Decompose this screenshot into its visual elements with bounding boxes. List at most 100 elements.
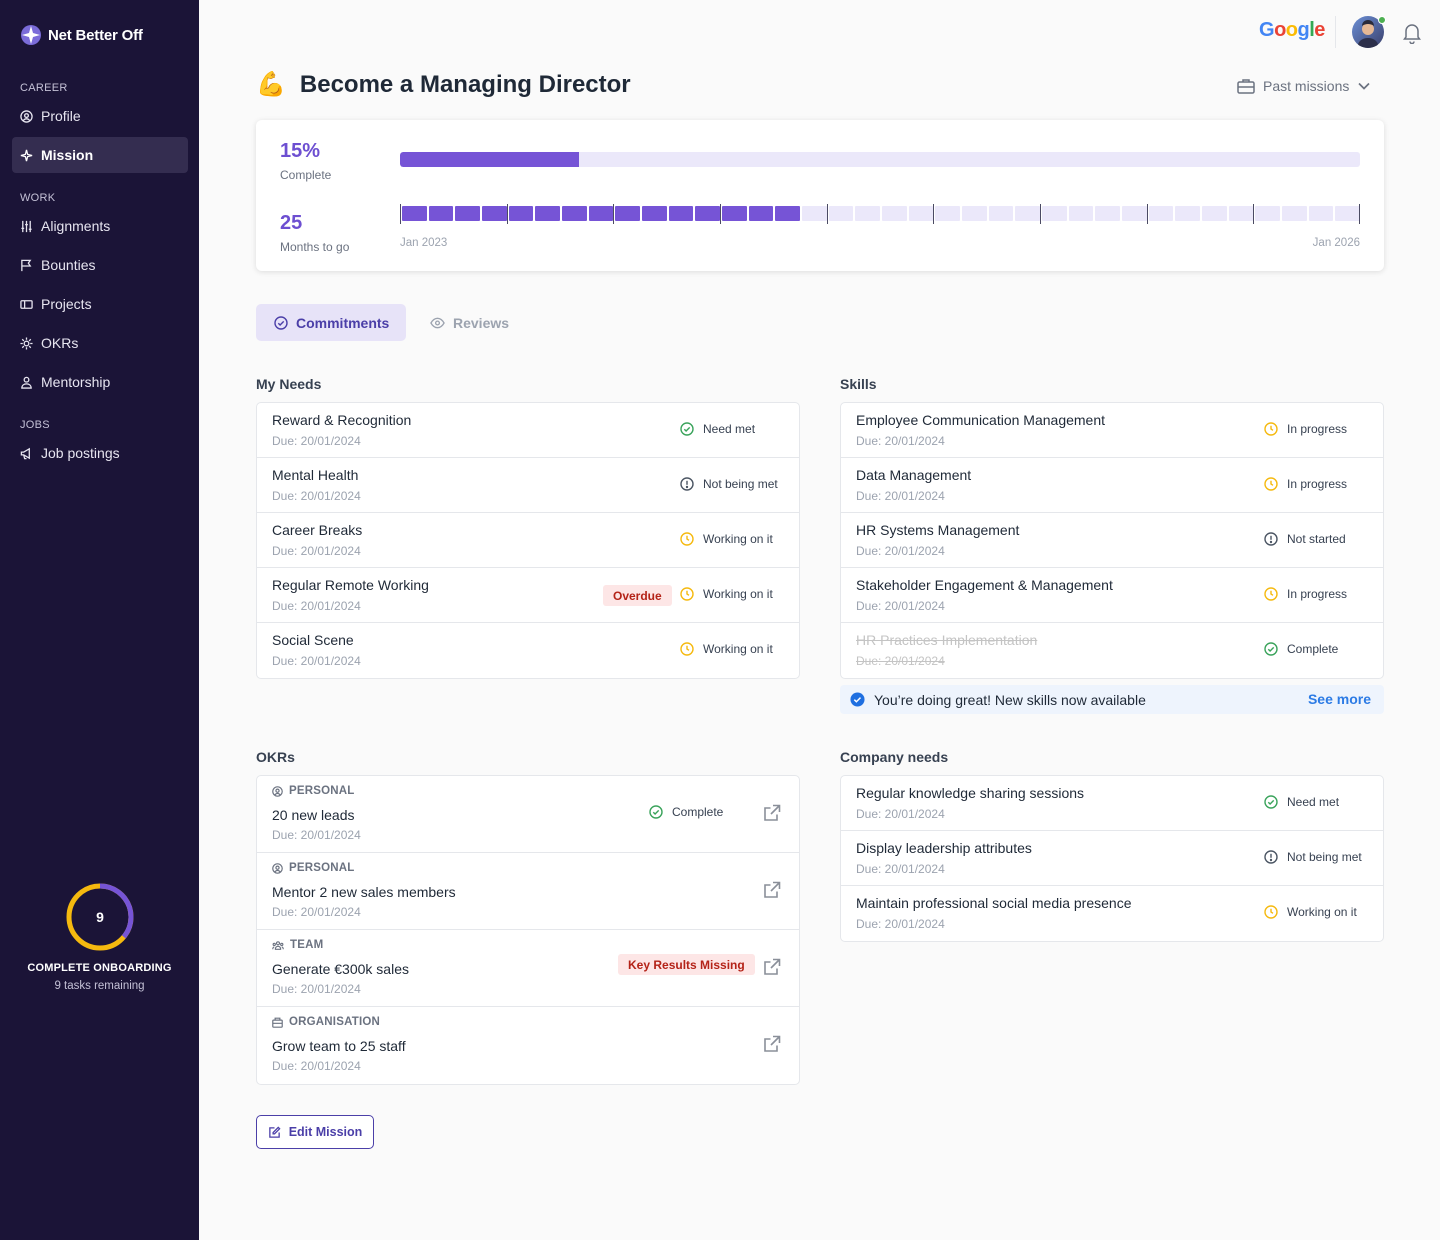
list-item[interactable]: Display leadership attributes Due: 20/01…	[841, 831, 1383, 886]
okr-item[interactable]: ORGANISATION Grow team to 25 staff Due: …	[257, 1007, 799, 1084]
list-item[interactable]: Social Scene Due: 20/01/2024 Working on …	[257, 623, 799, 678]
open-external-button[interactable]	[762, 957, 782, 982]
notifications-button[interactable]	[1402, 22, 1422, 49]
status-label: Not being met	[703, 477, 778, 491]
see-more-link[interactable]: See more	[1308, 691, 1371, 707]
sidebar-item-label: Job postings	[41, 445, 120, 461]
people-icon	[21, 376, 32, 389]
timeline-quarter-marker	[400, 204, 401, 224]
okrs-title: OKRs	[256, 749, 295, 765]
building-icon	[272, 1017, 283, 1028]
month-segment-remaining	[802, 206, 827, 221]
sidebar-item-mission[interactable]: Mission	[12, 137, 188, 173]
month-segment-remaining	[1068, 206, 1094, 221]
list-item[interactable]: Mental Health Due: 20/01/2024 Not being …	[257, 458, 799, 513]
brand-name: Net Better Off	[48, 26, 143, 44]
okr-due: Due: 20/01/2024	[272, 982, 361, 996]
sidebar-item-label: Alignments	[41, 218, 111, 234]
clock-icon	[1264, 587, 1278, 601]
company-logo: Google	[1259, 19, 1325, 42]
onboarding-progress-ring[interactable]: 9	[64, 881, 136, 953]
clock-icon	[1264, 905, 1278, 919]
okr-item[interactable]: PERSONAL Mentor 2 new sales members Due:…	[257, 853, 799, 930]
status-label: Working on it	[703, 587, 773, 601]
google-wordmark: Google	[1259, 19, 1325, 41]
okr-type: TEAM	[272, 939, 323, 951]
list-item[interactable]: Maintain professional social media prese…	[841, 886, 1383, 941]
month-segment-complete	[615, 206, 640, 221]
sidebar-item-profile[interactable]: Profile	[12, 98, 188, 134]
list-item[interactable]: Stakeholder Engagement & Management Due:…	[841, 568, 1383, 623]
list-item[interactable]: HR Practices Implementation Due: 20/01/2…	[841, 623, 1383, 678]
past-missions-label: Past missions	[1263, 78, 1350, 94]
open-external-button[interactable]	[762, 803, 782, 828]
month-segment-complete	[535, 206, 560, 221]
mission-progress-card: 15% Complete 25 Months to go Jan 2023 Ja…	[256, 120, 1384, 271]
okr-type-label: ORGANISATION	[289, 1016, 380, 1028]
sidebar-item-projects[interactable]: Projects	[12, 286, 188, 322]
brand-logo[interactable]: Net Better Off	[20, 24, 143, 46]
status-label: Need met	[703, 422, 756, 436]
item-name: Employee Communication Management	[856, 412, 1106, 428]
sidebar-item-bounties[interactable]: Bounties	[12, 247, 188, 283]
nav-section-jobs: JOBS	[20, 419, 50, 431]
eye-icon	[430, 317, 445, 328]
open-external-button[interactable]	[762, 1034, 782, 1059]
month-segment-remaining	[828, 206, 854, 221]
status-badge: Need met	[1264, 795, 1339, 809]
list-item[interactable]: HR Systems Management Due: 20/01/2024 No…	[841, 513, 1383, 568]
sidebar-item-okrs[interactable]: OKRs	[12, 325, 188, 361]
open-external-button[interactable]	[762, 880, 782, 905]
check-circle-icon	[274, 315, 288, 330]
past-missions-dropdown[interactable]: Past missions	[1237, 78, 1371, 94]
flexed-biceps-icon: 💪	[256, 71, 286, 98]
item-name: HR Systems Management	[856, 522, 1020, 538]
sidebar: Net Better Off CAREER Profile Mission WO…	[0, 0, 199, 1240]
month-segment-complete	[775, 206, 800, 221]
timeline-quarter-marker	[1040, 204, 1041, 224]
list-item[interactable]: Reward & Recognition Due: 20/01/2024 Nee…	[257, 403, 799, 458]
clock-icon	[1264, 477, 1278, 491]
team-icon	[272, 940, 284, 950]
status-badge: Not started	[1264, 532, 1346, 546]
month-segment-remaining	[1228, 206, 1254, 221]
item-name: Mental Health	[272, 467, 359, 483]
banner-text: You’re doing great! New skills now avail…	[874, 691, 1146, 708]
item-name: Regular knowledge sharing sessions	[856, 785, 1085, 801]
okr-item[interactable]: PERSONAL 20 new leads Due: 20/01/2024 Co…	[257, 776, 799, 853]
item-name: Reward & Recognition	[272, 412, 412, 428]
okr-type-label: PERSONAL	[289, 785, 355, 797]
list-item[interactable]: Regular knowledge sharing sessions Due: …	[841, 776, 1383, 831]
list-item[interactable]: Data Management Due: 20/01/2024 In progr…	[841, 458, 1383, 513]
nav-section-work: WORK	[20, 192, 56, 204]
status-badge: In progress	[1264, 422, 1347, 436]
tab-commitments[interactable]: Commitments	[256, 304, 406, 341]
list-item[interactable]: Employee Communication Management Due: 2…	[841, 403, 1383, 458]
item-due: Due: 20/01/2024	[856, 544, 945, 558]
list-item[interactable]: Career Breaks Due: 20/01/2024 Working on…	[257, 513, 799, 568]
okr-item[interactable]: TEAM Generate €300k sales Due: 20/01/202…	[257, 930, 799, 1007]
edit-mission-button[interactable]: Edit Mission	[256, 1115, 374, 1149]
item-due: Due: 20/01/2024	[856, 654, 945, 668]
month-segment-complete	[428, 206, 454, 221]
sidebar-item-mentorship[interactable]: Mentorship	[12, 364, 188, 400]
person-circle-icon	[272, 862, 283, 874]
key-results-missing-badge: Key Results Missing	[618, 954, 755, 975]
alert-circle-icon	[1264, 850, 1278, 864]
flag-icon	[21, 259, 32, 271]
progress-bar	[400, 152, 1360, 167]
tab-label: Commitments	[296, 314, 390, 331]
timeline-quarter-marker	[720, 204, 721, 224]
status-badge: Need met	[680, 422, 755, 436]
okr-type: PERSONAL	[272, 785, 355, 797]
sidebar-item-alignments[interactable]: Alignments	[12, 208, 188, 244]
month-segment-complete	[562, 206, 587, 221]
onboarding-title[interactable]: COMPLETE ONBOARDING	[0, 962, 199, 974]
timeline-start: Jan 2023	[400, 237, 448, 249]
list-item[interactable]: Regular Remote Working Due: 20/01/2024 O…	[257, 568, 799, 623]
tab-reviews[interactable]: Reviews	[430, 304, 509, 341]
timeline-quarter-marker	[613, 204, 615, 224]
sidebar-item-job-postings[interactable]: Job postings	[12, 435, 188, 471]
month-segment-remaining	[962, 206, 987, 221]
month-segment-complete	[588, 206, 614, 221]
